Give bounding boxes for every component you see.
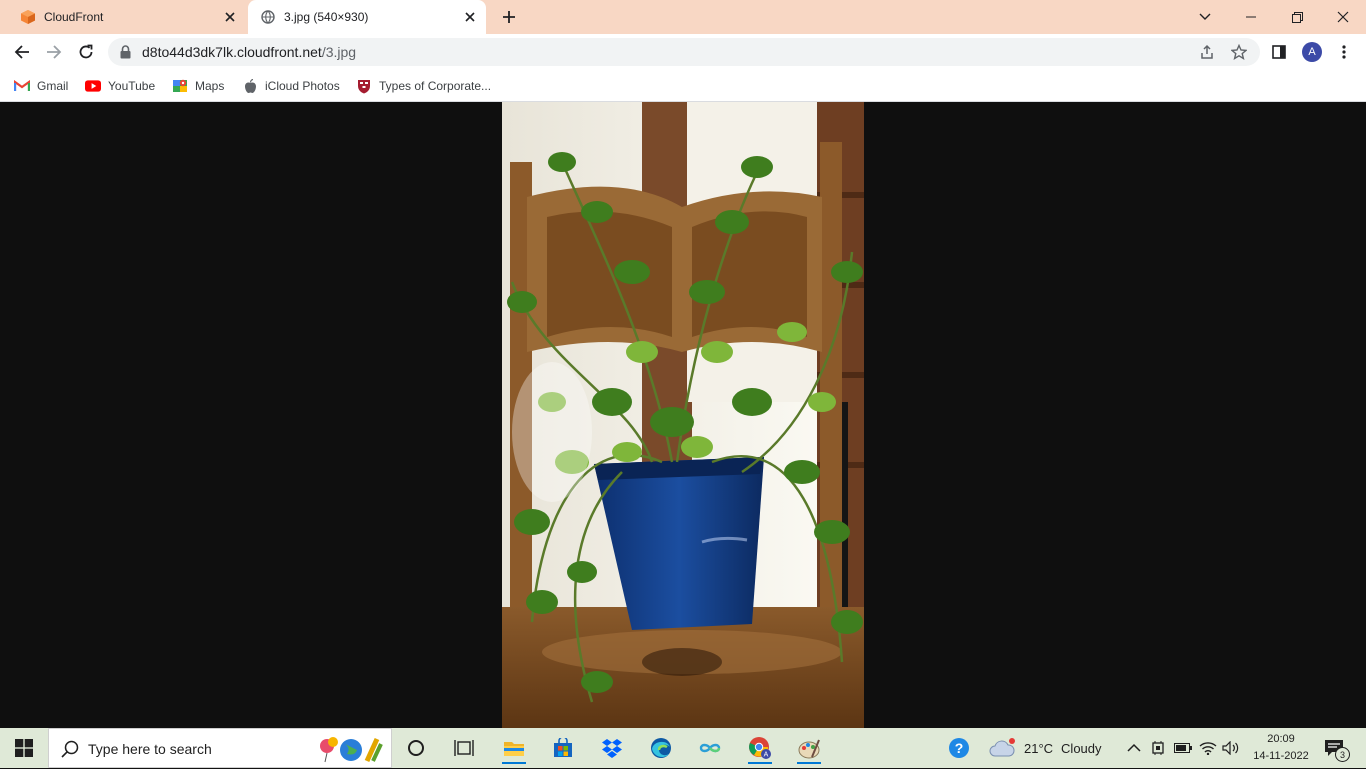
chevron-up-icon[interactable]: [1127, 728, 1141, 768]
tab-label: 3.jpg (540×930): [284, 10, 369, 24]
taskbar: Type here to search A ? 21°C Cloudy 20:0…: [0, 728, 1366, 768]
bookmark-label: YouTube: [108, 79, 156, 93]
reload-button[interactable]: [71, 37, 101, 67]
dropbox-icon[interactable]: [592, 732, 632, 764]
infinity-app-icon[interactable]: [690, 732, 730, 764]
system-clock[interactable]: 20:09 14-11-2022: [1250, 731, 1312, 765]
gmail-icon: [14, 78, 30, 94]
bookmark-label: Maps: [195, 79, 225, 93]
close-window-button[interactable]: [1320, 0, 1366, 34]
url-path: /3.jpg: [321, 44, 357, 60]
battery-icon[interactable]: [1174, 728, 1192, 768]
displayed-image[interactable]: [502, 102, 864, 728]
weather-widget[interactable]: 21°C Cloudy: [988, 728, 1102, 768]
device-icon[interactable]: [1151, 728, 1165, 768]
tab-strip: CloudFront 3.jpg (540×930): [0, 0, 1366, 34]
edge-browser-icon[interactable]: [641, 732, 681, 764]
star-bookmark-icon[interactable]: [1230, 43, 1248, 61]
restore-button[interactable]: [1274, 0, 1320, 34]
profile-avatar[interactable]: A: [1302, 42, 1322, 62]
shield-crest-icon: [356, 78, 372, 94]
browser-toolbar: d8to44d3dk7lk.cloudfront.net/3.jpg A: [0, 34, 1366, 70]
side-panel-icon[interactable]: [1264, 37, 1294, 67]
tab-cloudfront[interactable]: CloudFront: [8, 0, 246, 34]
new-tab-button[interactable]: [498, 6, 520, 28]
cortana-icon[interactable]: [396, 732, 436, 764]
microsoft-store-icon[interactable]: [543, 732, 583, 764]
apple-icon: [242, 78, 258, 94]
cloud-weather-icon: [988, 738, 1016, 758]
url-host: d8to44d3dk7lk.cloudfront.net: [142, 44, 322, 60]
bookmark-label: Types of Corporate...: [379, 79, 492, 93]
bookmark-youtube[interactable]: YouTube: [85, 76, 155, 96]
weather-temp: 21°C: [1024, 740, 1054, 756]
chrome-icon[interactable]: A: [740, 732, 780, 764]
wifi-icon[interactable]: [1199, 728, 1217, 768]
help-icon[interactable]: ?: [948, 728, 970, 768]
svg-text:A: A: [764, 752, 769, 759]
file-explorer-icon[interactable]: [494, 732, 534, 764]
search-highlight-icon[interactable]: [315, 734, 385, 769]
taskbar-search-box[interactable]: Type here to search: [48, 728, 392, 768]
search-icon: [61, 740, 79, 763]
clock-time: 20:09: [1267, 733, 1295, 745]
tab-image[interactable]: 3.jpg (540×930): [248, 0, 486, 34]
bookmark-label: iCloud Photos: [265, 79, 340, 93]
bookmarks-bar: Gmail YouTube Maps iCloud Photos Types o…: [0, 70, 1366, 102]
weather-condition: Cloudy: [1061, 740, 1102, 756]
bookmark-maps[interactable]: Maps: [172, 76, 224, 96]
globe-icon: [260, 9, 276, 25]
notification-center-icon[interactable]: 3: [1324, 728, 1350, 768]
svg-text:?: ?: [955, 740, 964, 756]
maps-icon: [172, 78, 188, 94]
bookmark-types-of-corporate[interactable]: Types of Corporate...: [356, 76, 491, 96]
search-placeholder: Type here to search: [88, 741, 212, 757]
back-button[interactable]: [7, 37, 37, 67]
clock-date: 14-11-2022: [1253, 750, 1309, 762]
tab-label: CloudFront: [44, 10, 104, 24]
bookmark-icloud-photos[interactable]: iCloud Photos: [242, 76, 340, 96]
volume-icon[interactable]: [1222, 728, 1240, 768]
image-viewer: [0, 102, 1366, 728]
windows-start-icon[interactable]: [4, 732, 44, 764]
share-icon[interactable]: [1198, 43, 1216, 61]
address-bar[interactable]: d8to44d3dk7lk.cloudfront.net/3.jpg: [108, 38, 1260, 66]
lock-icon[interactable]: [120, 45, 131, 64]
url-text: d8to44d3dk7lk.cloudfront.net/3.jpg: [142, 44, 356, 60]
paint-app-icon[interactable]: [789, 732, 829, 764]
notification-count: 3: [1335, 747, 1350, 762]
minimize-button[interactable]: [1228, 0, 1274, 34]
forward-button[interactable]: [39, 37, 69, 67]
task-view-icon[interactable]: [444, 732, 484, 764]
bookmark-label: Gmail: [37, 79, 69, 93]
close-tab-icon[interactable]: [220, 7, 240, 27]
bookmark-gmail[interactable]: Gmail: [14, 76, 68, 96]
youtube-icon: [85, 78, 101, 94]
tab-search-chevron-icon[interactable]: [1182, 0, 1228, 34]
kebab-menu-icon[interactable]: [1329, 37, 1359, 67]
aws-cube-icon: [20, 9, 36, 25]
close-tab-icon[interactable]: [460, 7, 480, 27]
